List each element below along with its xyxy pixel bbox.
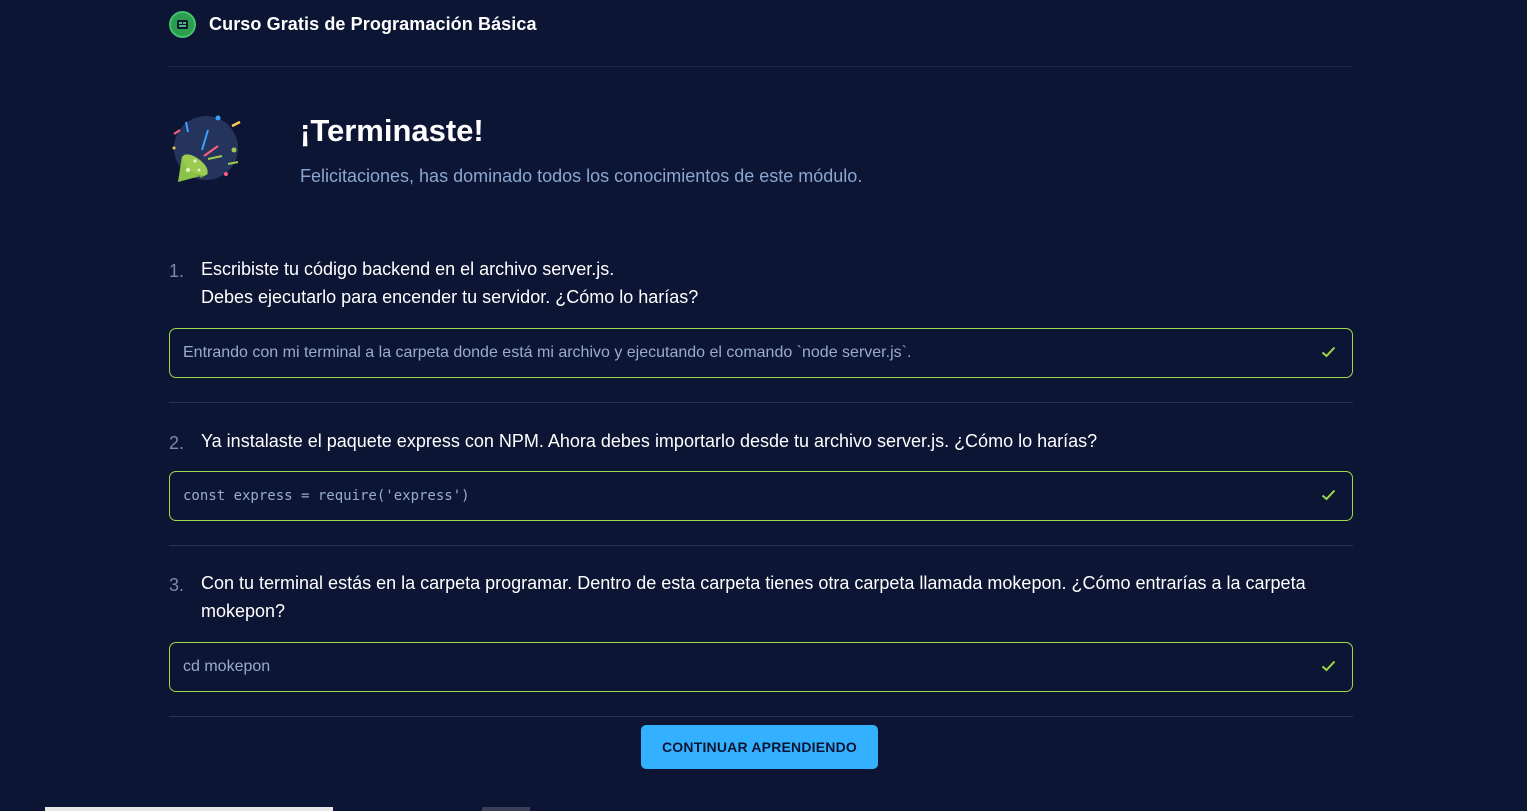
header: Curso Gratis de Programación Básica bbox=[169, 0, 1353, 67]
bottom-bar-segment bbox=[482, 807, 530, 811]
question-text: Ya instalaste el paquete express con NPM… bbox=[201, 431, 1098, 451]
question-number: 3. bbox=[169, 575, 185, 595]
course-logo-icon bbox=[169, 11, 196, 38]
answer-box[interactable]: cd mokepon bbox=[169, 642, 1353, 692]
success-title: ¡Terminaste! bbox=[300, 113, 484, 148]
course-title[interactable]: Curso Gratis de Programación Básica bbox=[209, 14, 537, 35]
question-text: Escribiste tu código backend en el archi… bbox=[201, 259, 699, 307]
continue-learning-button[interactable]: CONTINUAR APRENDIENDO bbox=[641, 725, 878, 769]
party-popper-icon bbox=[172, 115, 241, 182]
answer-text: Entrando con mi terminal a la carpeta do… bbox=[183, 344, 912, 361]
quiz-results-page: Curso Gratis de Programación Básica ¡Ter… bbox=[0, 0, 1527, 811]
success-subtitle: Felicitaciones, has dominado todos los c… bbox=[300, 166, 863, 186]
check-icon bbox=[1321, 660, 1336, 672]
question-number: 2. bbox=[169, 433, 185, 453]
bottom-progress-bar bbox=[45, 807, 333, 811]
divider bbox=[169, 716, 1353, 717]
check-icon bbox=[1321, 346, 1336, 358]
question-text: Con tu terminal estás en la carpeta prog… bbox=[201, 573, 1306, 621]
divider bbox=[169, 402, 1353, 403]
answer-box[interactable]: const express = require('express') bbox=[169, 471, 1353, 521]
question-number: 1. bbox=[169, 261, 185, 281]
answer-text: const express = require('express') bbox=[183, 488, 470, 504]
divider bbox=[169, 545, 1353, 546]
answer-text: cd mokepon bbox=[183, 658, 271, 675]
check-icon bbox=[1321, 489, 1336, 501]
answer-box[interactable]: Entrando con mi terminal a la carpeta do… bbox=[169, 328, 1353, 378]
